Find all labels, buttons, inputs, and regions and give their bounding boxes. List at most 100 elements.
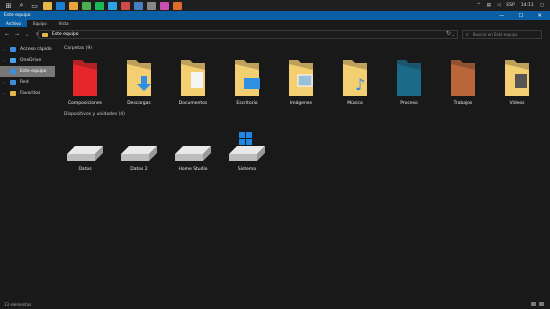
language-indicator[interactable]: ESP <box>506 3 514 8</box>
taskbar: ⊞ ⌕ ▭ ^ ▤ ◁ ESP 14:11 ▢ <box>0 0 550 11</box>
hard-drive-icon <box>121 146 157 161</box>
tab-vista[interactable]: Vista <box>53 20 75 27</box>
content-pane: Carpetas (9) Composiciones Descargas Docum… <box>58 44 550 298</box>
sidebar-item-acceso-rapido[interactable]: › Acceso rápido <box>0 44 55 55</box>
folder-tile[interactable]: Composiciones <box>58 58 112 106</box>
search-input[interactable]: ⌕ Buscar en Este equipo <box>462 30 542 39</box>
drive-label: Datos <box>78 167 92 172</box>
sidebar-item-label: OneDrive <box>20 58 42 63</box>
taskbar-app-app11-icon[interactable] <box>173 1 182 10</box>
sidebar-item-onedrive[interactable]: › OneDrive <box>0 55 55 66</box>
taskbar-app-app10-icon[interactable] <box>160 1 169 10</box>
favorites-folder-icon <box>10 91 16 96</box>
cloud-icon <box>10 58 16 63</box>
taskbar-app-edge-icon[interactable] <box>56 1 65 10</box>
clock[interactable]: 14:11 <box>521 3 534 8</box>
back-arrow-icon[interactable]: ← <box>4 32 10 38</box>
sidebar-item-favoritos[interactable]: › Favoritos <box>0 88 55 99</box>
drives-section-header[interactable]: Dispositivos y unidades (4) <box>64 112 125 117</box>
notifications-icon[interactable]: ▢ <box>540 3 544 8</box>
address-path: Este equipo <box>52 32 79 37</box>
taskbar-app-steam-icon[interactable] <box>134 1 143 10</box>
taskbar-app-chrome-icon[interactable] <box>69 1 78 10</box>
expand-arrow-icon[interactable]: › <box>3 69 7 74</box>
folder-tile[interactable]: ♪ Música <box>328 58 382 106</box>
folder-icon <box>73 60 97 96</box>
tab-archivo[interactable]: Archivo <box>0 20 27 27</box>
folder-tile[interactable]: Imágenes <box>274 58 328 106</box>
hard-drive-icon <box>229 132 265 161</box>
folder-label: Trabajos <box>453 101 473 106</box>
drive-label: Sistema <box>237 167 257 172</box>
taskbar-app-app7-icon[interactable] <box>121 1 130 10</box>
folder-icon <box>181 60 205 96</box>
details-view-icon[interactable] <box>531 302 536 306</box>
drive-tile[interactable]: Sistema <box>220 132 274 172</box>
folder-icon <box>235 60 260 96</box>
folder-tile[interactable]: Proceso <box>382 58 436 106</box>
sidebar-item-este-equipo[interactable]: › Este equipo <box>0 66 55 77</box>
sidebar-item-label: Este equipo <box>20 69 47 74</box>
folder-tile[interactable]: Descargas <box>112 58 166 106</box>
window-title: Este equipo <box>4 13 31 18</box>
task-view-icon[interactable]: ▭ <box>30 1 39 10</box>
drive-label: Datos 2 <box>130 167 148 172</box>
chevron-down-icon[interactable]: ⌄ <box>452 32 457 37</box>
network-icon <box>10 80 16 85</box>
drive-tile[interactable]: Datos <box>58 132 112 172</box>
refresh-icon[interactable]: ↻ <box>446 30 451 37</box>
folder-label: Vídeos <box>509 101 525 106</box>
folder-tile[interactable]: Escritorio <box>220 58 274 106</box>
maximize-button[interactable]: ☐ <box>518 13 523 19</box>
folder-icon <box>397 60 421 96</box>
expand-arrow-icon[interactable]: › <box>3 80 7 85</box>
folder-icon <box>289 60 313 96</box>
taskbar-app-spotify-icon[interactable] <box>95 1 104 10</box>
sidebar-item-label: Acceso rápido <box>20 47 52 52</box>
ribbon: Archivo Equipo Vista <box>0 20 550 27</box>
tray-chevron-icon[interactable]: ^ <box>477 3 481 8</box>
taskbar-app-browser-icon[interactable] <box>82 1 91 10</box>
status-bar: 13 elementos <box>0 299 550 309</box>
svg-text:♪: ♪ <box>355 75 365 94</box>
close-button[interactable]: ✕ <box>537 13 542 19</box>
search-placeholder: Buscar en Este equipo <box>472 32 518 37</box>
volume-icon[interactable]: ◁ <box>497 3 500 8</box>
folders-section-header[interactable]: Carpetas (9) <box>64 46 92 51</box>
minimize-button[interactable]: — <box>499 13 505 19</box>
search-icon[interactable]: ⌕ <box>17 1 26 10</box>
system-tray: ^ ▤ ◁ ESP 14:11 ▢ <box>477 3 550 8</box>
expand-arrow-icon[interactable]: › <box>3 58 7 63</box>
expand-arrow-icon[interactable]: › <box>3 47 7 52</box>
folder-tile[interactable]: Vídeos <box>490 58 544 106</box>
address-bar[interactable]: Este equipo ⌄ <box>38 30 458 39</box>
taskbar-app-photoshop-icon[interactable] <box>108 1 117 10</box>
windows-logo-icon[interactable]: ⊞ <box>4 1 13 10</box>
folder-icon <box>451 60 475 96</box>
drive-tile[interactable]: Home Studio <box>166 132 220 172</box>
forward-arrow-icon[interactable]: → <box>14 32 20 38</box>
drive-label: Home Studio <box>178 167 208 172</box>
star-icon <box>10 47 16 52</box>
folder-icon <box>42 32 48 37</box>
sidebar-item-label: Red <box>20 80 29 85</box>
expand-arrow-icon[interactable]: › <box>3 91 7 96</box>
folder-tile[interactable]: Documentos <box>166 58 220 106</box>
drive-tile[interactable]: Datos 2 <box>112 132 166 172</box>
recent-dropdown-icon[interactable]: ⌄ <box>24 32 30 38</box>
folder-tile[interactable]: Trabajos <box>436 58 490 106</box>
sidebar-item-red[interactable]: › Red <box>0 77 55 88</box>
navigation-pane: › Acceso rápido › OneDrive › Este equipo… <box>0 44 55 298</box>
folder-icon <box>505 60 529 96</box>
folder-label: Música <box>347 101 363 106</box>
taskbar-app-explorer-icon[interactable] <box>43 1 52 10</box>
network-icon[interactable]: ▤ <box>487 3 491 8</box>
hard-drive-icon <box>67 146 103 161</box>
folder-label: Proceso <box>400 101 418 106</box>
title-bar: Este equipo — ☐ ✕ <box>0 11 550 20</box>
folder-icon <box>127 60 151 96</box>
tab-equipo[interactable]: Equipo <box>27 20 53 27</box>
large-icons-view-icon[interactable] <box>539 302 544 306</box>
search-icon: ⌕ <box>466 31 469 38</box>
taskbar-app-app9-icon[interactable] <box>147 1 156 10</box>
